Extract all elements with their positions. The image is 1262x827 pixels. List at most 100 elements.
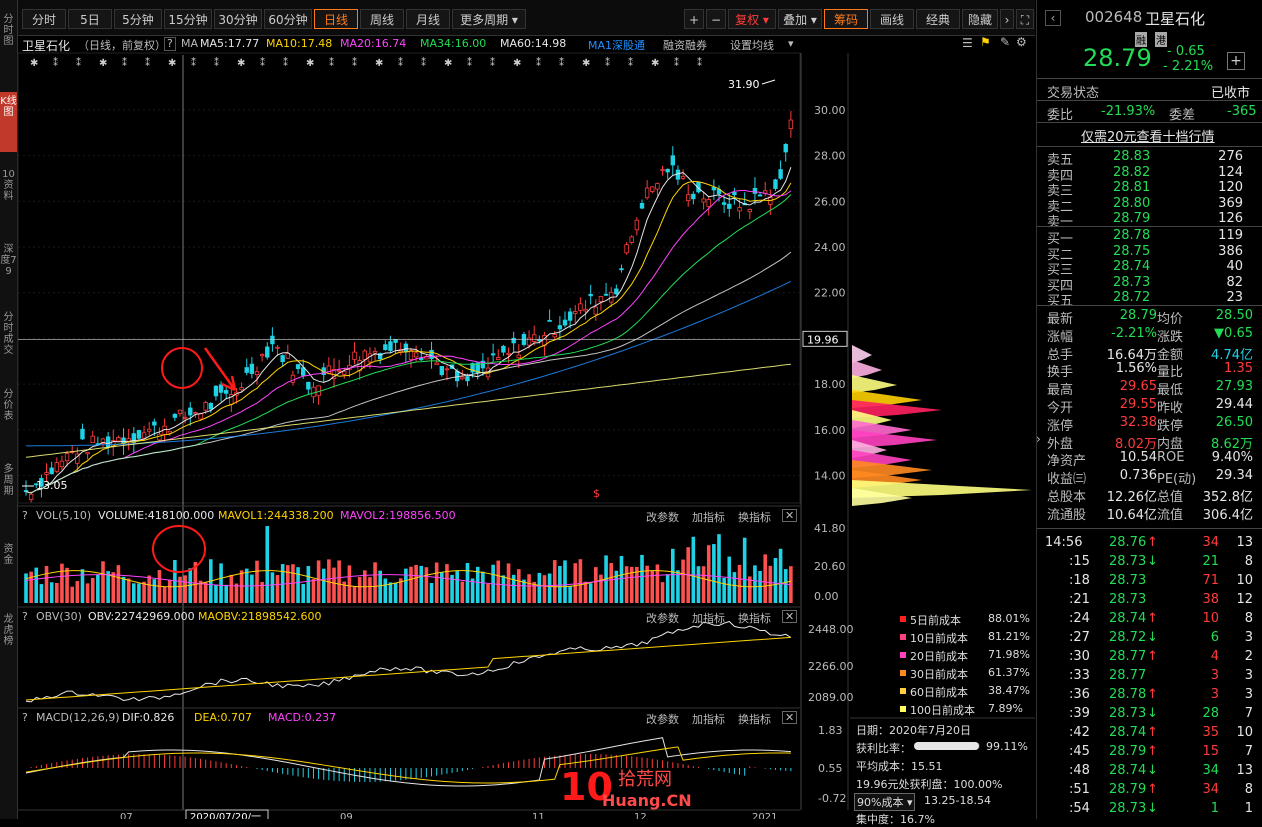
legend-label: 10日前成本 [910,632,968,645]
tick-price: 28.76 [1109,535,1147,550]
change-param-button[interactable]: 改参数 [646,610,679,626]
dea-line [25,746,791,784]
stat-row: 最高 29.65 最低 27.93 [1037,378,1262,398]
volume-bar [583,581,588,603]
event-marker[interactable]: ⁑ [191,56,196,69]
add-indicator-button[interactable]: 加指标 [692,509,725,525]
event-marker[interactable]: ✱ [513,58,521,69]
candle-body [64,453,70,462]
price-change: - 0.65 [1167,44,1205,59]
profit-bar-track [914,742,980,750]
volume-bar [696,566,701,603]
event-marker[interactable]: ⁑ [214,56,219,69]
event-marker[interactable]: ⁑ [398,56,403,69]
event-marker[interactable]: ✱ [99,58,107,69]
event-marker[interactable]: ⁑ [421,56,426,69]
book-volume: 276 [1218,149,1243,164]
volume-bar [486,583,490,603]
change-param-button[interactable]: 改参数 [646,509,679,525]
ten-level-link[interactable]: 仅需20元查看十档行情 [1081,126,1215,145]
help-icon[interactable]: ? [22,711,28,724]
event-marker[interactable]: ⁑ [260,56,265,69]
volume-bar [388,582,393,603]
legend-value: 81.21% [988,630,1030,643]
close-icon[interactable]: ✕ [782,509,798,522]
close-icon[interactable]: ✕ [782,610,798,623]
event-marker[interactable]: ⁑ [145,56,150,69]
obv-line [25,620,792,703]
volume-bar [29,571,33,603]
volume-bar [60,563,64,603]
tick-time: :27 [1069,630,1090,645]
tag-gang: 港 [1155,32,1167,47]
list-icon[interactable]: ☰ [962,36,973,50]
close-icon[interactable]: ✕ [782,711,798,724]
stat-row: 涨幅 -2.21% 涨跌 ▼0.65 [1037,325,1262,345]
event-marker[interactable]: ⁑ [283,56,288,69]
switch-indicator-button[interactable]: 换指标 [738,509,771,525]
flag-icon[interactable]: ⚑ [980,35,991,49]
event-marker[interactable]: ⁑ [352,56,357,69]
event-marker[interactable]: ⁑ [605,56,610,69]
draw-tool-icon[interactable]: ✎ [1000,35,1010,49]
event-marker[interactable]: ⁑ [559,56,564,69]
ma-line-34 [25,194,792,494]
event-marker[interactable]: ⁑ [122,56,127,69]
tick-price: 28.73 [1109,801,1147,816]
event-marker[interactable]: ⁑ [674,56,679,69]
event-marker[interactable]: ✱ [375,58,383,69]
weibi-value: -21.93% [1101,104,1156,119]
dea-value: DEA:0.707 [194,711,252,724]
dividend-marker[interactable]: $ [593,487,600,500]
candle-body [562,319,568,326]
candle-body [141,432,147,439]
event-marker[interactable]: ⁑ [536,56,541,69]
arrow-up-icon: ↑ [1147,782,1158,797]
stat-value: 28.50 [1215,308,1253,323]
event-marker[interactable]: ⁑ [76,56,81,69]
cost-range-select[interactable]: 90%成本 ▾ [854,793,916,811]
switch-indicator-button[interactable]: 换指标 [738,711,771,727]
event-marker[interactable]: ⁑ [53,56,58,69]
add-indicator-button[interactable]: 加指标 [692,610,725,626]
event-marker[interactable]: ✱ [306,58,314,69]
ma-line-5 [25,167,792,494]
tick-time: :36 [1069,687,1090,702]
quote-panel: 002648 卫星石化 ‹ 融港 28.79- 0.65- 2.21% + 交易状态 已收市委… [1036,0,1262,819]
collapse-panel-icon[interactable]: › [1036,432,1041,446]
event-marker[interactable]: ⁑ [628,56,633,69]
add-indicator-button[interactable]: 加指标 [692,711,725,727]
arrow-down-icon: ↓ [1147,801,1158,816]
obv-axis-label: 2089.00 [808,691,854,704]
candle-body [413,352,419,358]
change-param-button[interactable]: 改参数 [646,711,679,727]
help-icon[interactable]: ? [22,509,28,522]
help-icon[interactable]: ? [22,610,28,623]
event-marker[interactable]: ⁑ [467,56,472,69]
event-marker[interactable]: ⁑ [697,56,702,69]
event-marker[interactable]: ✱ [444,58,452,69]
stat-value: 29.44 [1215,397,1253,412]
candle-body [711,187,717,191]
candle-body [44,472,49,475]
gear-icon[interactable]: ⚙ [1016,35,1027,49]
volume-bar [742,537,747,603]
x-axis-label: 2021 [752,812,777,819]
event-marker[interactable]: ✱ [30,58,38,69]
candle-body [650,186,655,192]
ma-line-60 [25,251,792,494]
switch-indicator-button[interactable]: 换指标 [738,610,771,626]
candle-body [146,428,152,432]
add-watchlist-icon[interactable]: + [1227,52,1245,70]
volume-bar [753,565,757,603]
weicha-value: -365 [1227,104,1257,119]
back-icon[interactable]: ‹ [1045,10,1061,26]
event-marker[interactable]: ⁑ [490,56,495,69]
event-marker[interactable]: ✱ [168,58,176,69]
event-marker[interactable]: ✱ [651,58,659,69]
event-marker[interactable]: ✱ [582,58,590,69]
volume-bar [147,575,151,603]
tick-time: :54 [1069,801,1090,816]
event-marker[interactable]: ✱ [237,58,245,69]
event-marker[interactable]: ⁑ [329,56,334,69]
